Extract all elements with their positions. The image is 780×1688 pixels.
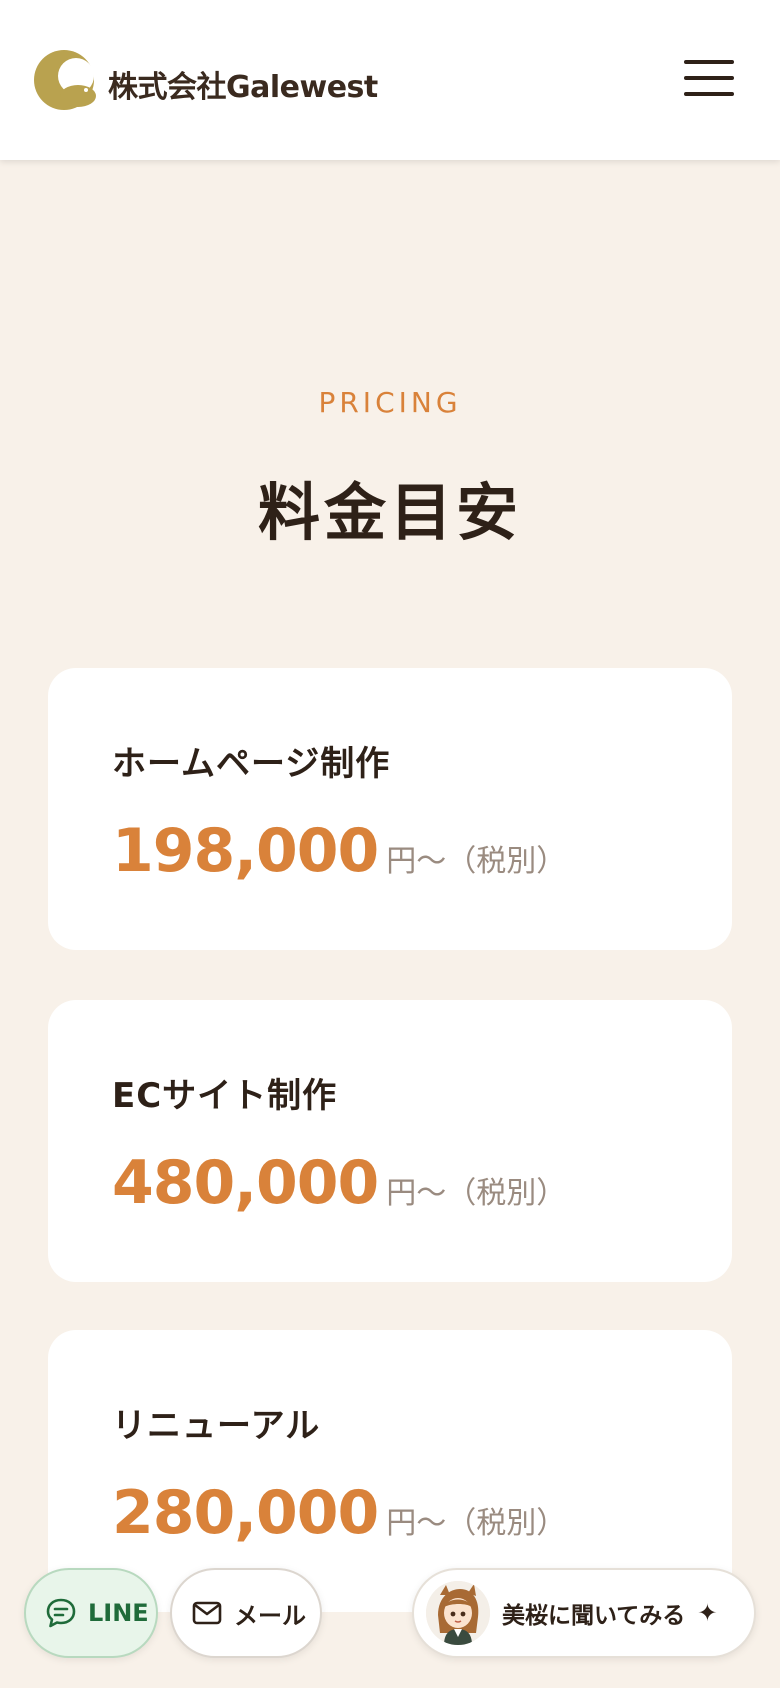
price-value: 480,000 [112,1148,379,1218]
section-eyebrow: PRICING [318,386,462,419]
price-card: ホームページ制作 198,000 円〜（税別） [48,668,732,950]
mail-button[interactable]: メール [170,1568,322,1658]
ask-assistant-label: 美桜に聞いてみる [502,1603,686,1629]
section-title: 料金目安 [257,476,522,549]
price-card-label: リニューアル [112,1406,321,1446]
price-suffix: 円〜（税別） [386,1506,567,1541]
seal-logo-icon[interactable] [32,46,100,114]
chat-bubble-icon [46,1598,76,1628]
price-suffix: 円〜（税別） [386,844,567,879]
price-card: ECサイト制作 480,000 円〜（税別） [48,1000,732,1282]
line-button[interactable]: LINE [24,1568,158,1658]
character-avatar [426,1581,490,1645]
menu-line [684,76,734,80]
price-value: 280,000 [112,1478,379,1548]
sparkle-icon: ✦ [697,1599,718,1627]
line-button-label: LINE [88,1599,149,1627]
menu-line [684,92,734,96]
price-value: 198,000 [112,816,379,886]
envelope-icon [192,1601,222,1625]
price-row: 198,000 円〜（税別） [112,816,566,886]
mail-button-label: メール [234,1601,306,1630]
ask-assistant-button[interactable]: 美桜に聞いてみる ✦ [412,1568,756,1658]
menu-line [684,60,734,64]
company-name[interactable]: 株式会社Galewest [108,62,378,106]
site-header: 株式会社Galewest [0,0,780,160]
hamburger-menu-icon[interactable] [684,58,734,98]
price-row: 280,000 円〜（税別） [112,1478,566,1548]
price-row: 480,000 円〜（税別） [112,1148,566,1218]
price-card-label: ホームページ制作 [112,744,391,784]
price-suffix: 円〜（税別） [386,1176,567,1211]
price-card-label: ECサイト制作 [112,1076,338,1116]
